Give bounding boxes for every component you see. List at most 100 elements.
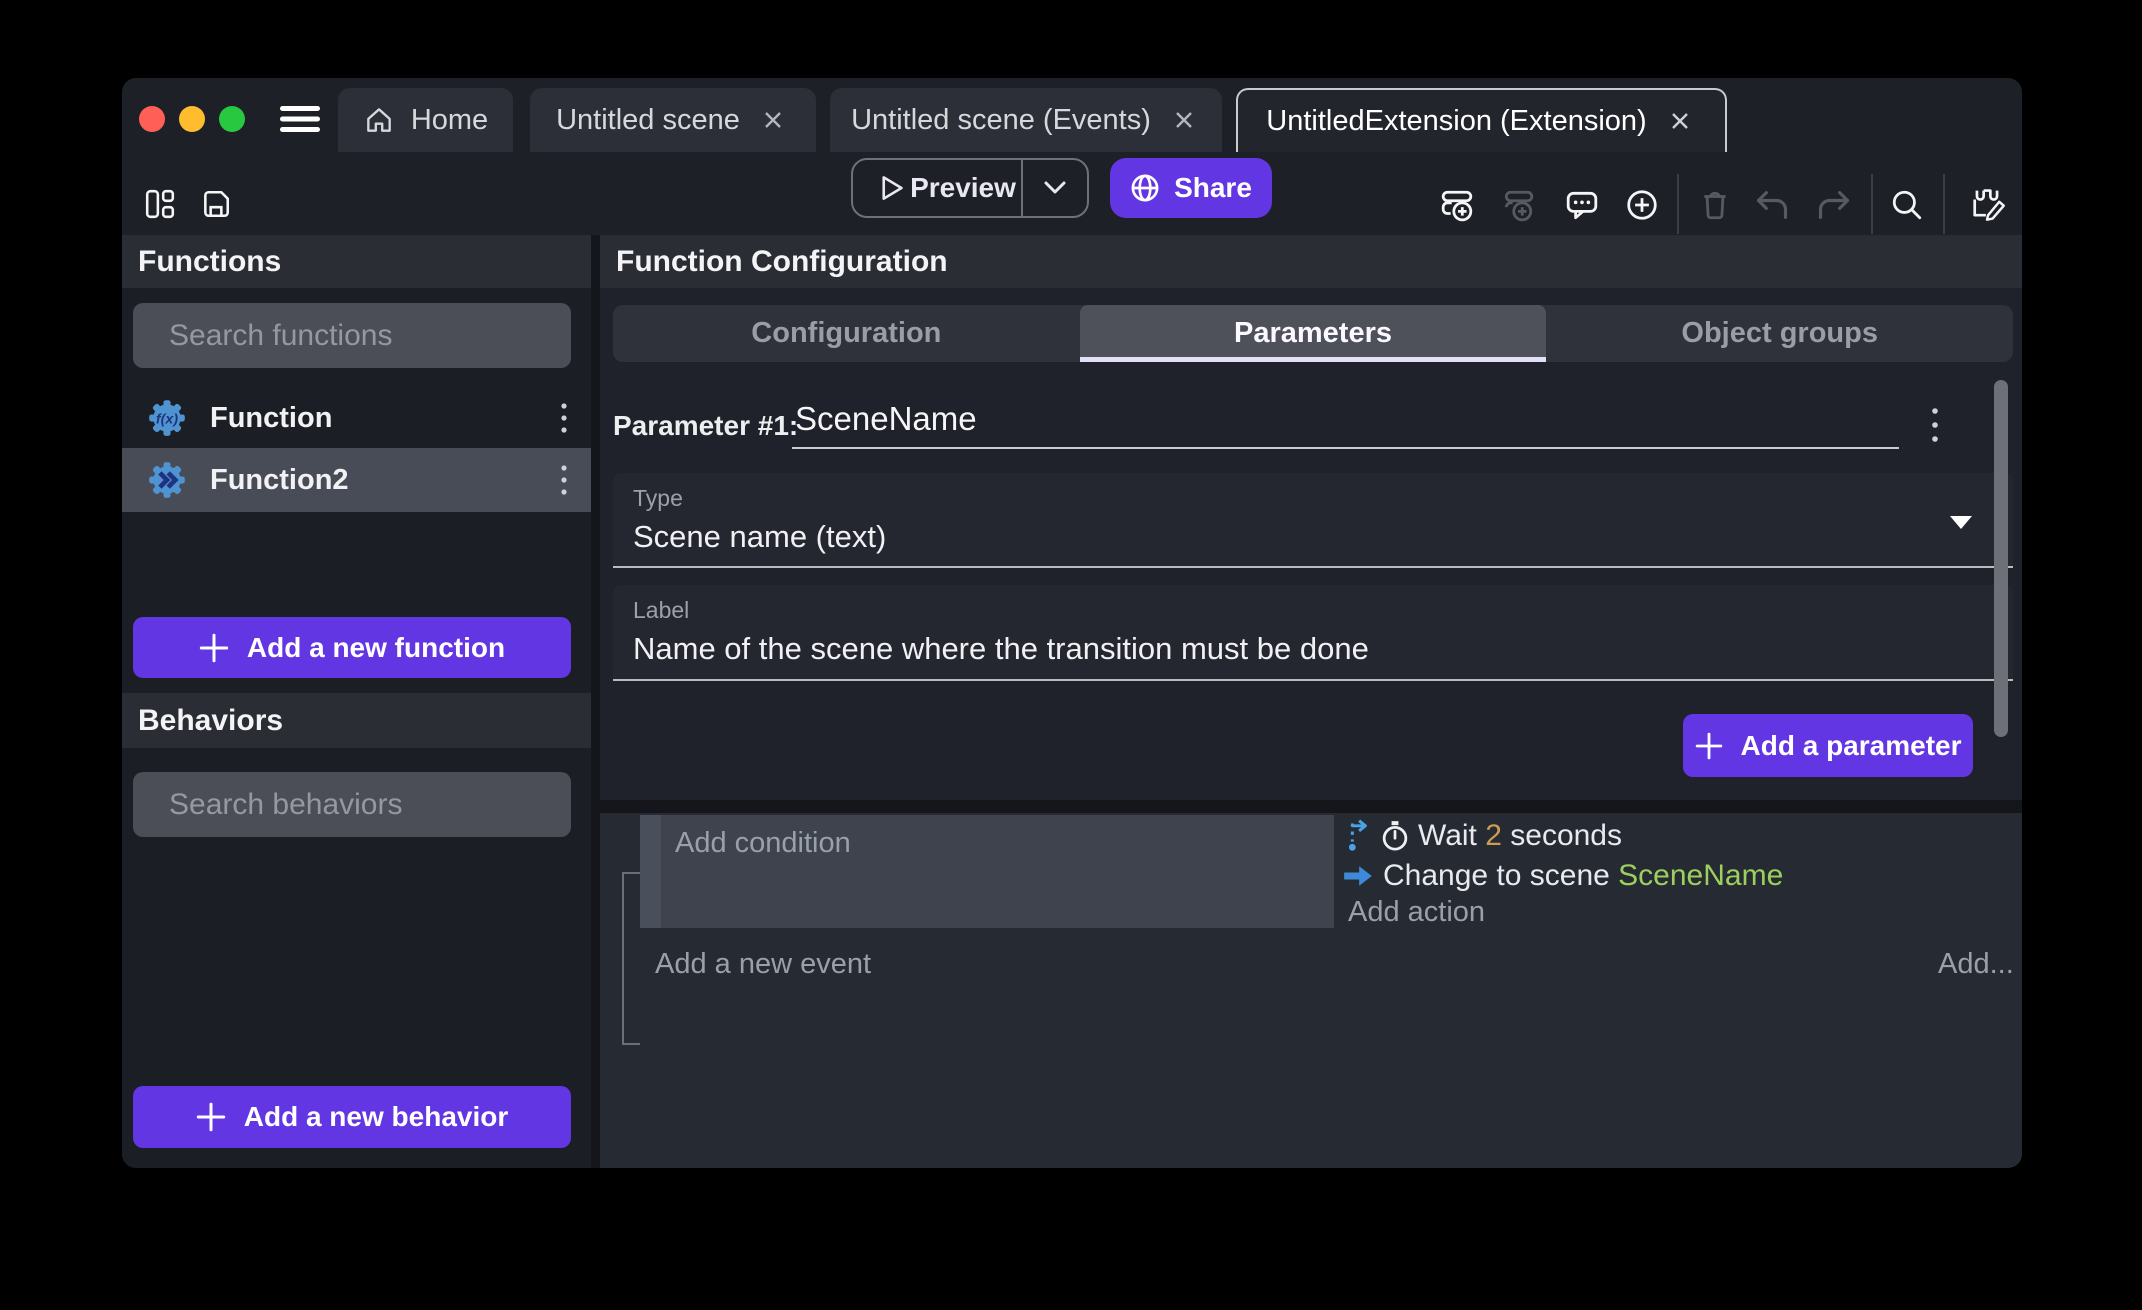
window-close-button[interactable] <box>139 106 165 132</box>
search-icon <box>1890 188 1924 222</box>
action-change-scene-text: Change to scene SceneName <box>1383 859 1783 893</box>
search-behaviors-input[interactable] <box>167 787 557 823</box>
parameter-menu-button[interactable] <box>1930 404 1940 446</box>
play-icon <box>879 175 905 201</box>
function-menu-button[interactable] <box>559 400 569 436</box>
redo-button[interactable] <box>1816 188 1852 222</box>
app-window: Home Untitled scene Untitled scene (Even… <box>122 78 2022 1168</box>
search-events-button[interactable] <box>1890 188 1924 222</box>
event-drag-handle[interactable] <box>640 815 661 928</box>
plus-circle-icon <box>1625 188 1659 222</box>
parameter-number-label: Parameter #1: <box>613 410 798 442</box>
main-menu-button[interactable] <box>278 104 322 134</box>
close-tab-icon[interactable] <box>756 103 790 137</box>
tab-configuration[interactable]: Configuration <box>613 305 1080 362</box>
search-functions-box[interactable] <box>133 303 571 368</box>
window-zoom-button[interactable] <box>219 106 245 132</box>
close-tab-icon[interactable] <box>1663 104 1697 138</box>
close-tab-icon[interactable] <box>1167 103 1201 137</box>
parameter-label-field[interactable]: Label Name of the scene where the transi… <box>613 585 2013 681</box>
hamburger-icon <box>278 104 322 134</box>
tab-untitled-scene[interactable]: Untitled scene <box>530 88 816 152</box>
type-field-label: Type <box>633 485 683 512</box>
action-row-wait[interactable]: Wait 2 seconds <box>1344 819 1622 853</box>
type-field-value: Scene name (text) <box>633 519 886 555</box>
tab-configuration-label: Configuration <box>751 317 941 350</box>
tab-untitled-scene-events[interactable]: Untitled scene (Events) <box>830 88 1222 152</box>
plus-icon <box>1695 732 1723 760</box>
function-list-item[interactable]: f(x) Function <box>122 388 591 448</box>
save-icon <box>200 188 232 220</box>
toolbar-divider <box>1871 174 1873 234</box>
home-icon <box>363 104 395 136</box>
open-panels-button[interactable] <box>144 188 176 220</box>
add-function-button[interactable]: Add a new function <box>133 617 571 678</box>
three-dots-vertical-icon <box>1930 404 1940 446</box>
add-event-button[interactable] <box>1440 188 1474 222</box>
preview-button[interactable]: Preview <box>851 158 1089 218</box>
function-list-item-selected[interactable]: Function2 <box>122 448 591 512</box>
function-menu-button[interactable] <box>559 462 569 498</box>
add-subevent-button[interactable] <box>1501 188 1535 222</box>
dropdown-caret-icon <box>1949 515 1973 530</box>
tab-parameters-label: Parameters <box>1234 317 1392 350</box>
tab-label: Untitled scene <box>556 104 740 137</box>
preview-options-button[interactable] <box>1023 180 1087 196</box>
event-conditions-area[interactable]: Add condition <box>661 815 1334 928</box>
parameters-scrollbar[interactable] <box>1994 380 2008 737</box>
toolbar-divider <box>1943 174 1945 234</box>
add-function-label: Add a new function <box>247 632 505 664</box>
add-parameter-label: Add a parameter <box>1741 730 1962 762</box>
functions-section-header: Functions <box>122 235 591 288</box>
event-indent-guide <box>622 872 640 874</box>
parameter-name-underline <box>792 447 1899 449</box>
layout-panels-icon <box>144 188 176 220</box>
save-button[interactable] <box>200 188 232 220</box>
undo-button[interactable] <box>1754 188 1790 222</box>
tab-label: Untitled scene (Events) <box>851 104 1151 137</box>
trash-icon <box>1698 188 1732 222</box>
undo-icon <box>1754 188 1790 222</box>
add-comment-button[interactable] <box>1565 188 1599 222</box>
add-more-link[interactable]: Add... <box>1938 948 2014 981</box>
parameter-name-input[interactable]: SceneName <box>795 400 977 438</box>
function-name: Function2 <box>210 464 349 497</box>
timer-icon <box>1380 820 1410 852</box>
async-icon <box>1344 819 1372 853</box>
add-new-event-link[interactable]: Add a new event <box>655 948 871 981</box>
action-wait-text: Wait 2 seconds <box>1418 819 1622 853</box>
globe-icon <box>1130 173 1160 203</box>
redo-icon <box>1816 188 1852 222</box>
search-behaviors-box[interactable] <box>133 772 571 837</box>
tab-untitled-extension[interactable]: UntitledExtension (Extension) <box>1236 88 1727 152</box>
function-name: Function <box>210 402 332 435</box>
function-configuration-title: Function Configuration <box>616 245 948 279</box>
delete-button[interactable] <box>1698 188 1732 222</box>
add-subevent-icon <box>1501 188 1535 222</box>
tab-label: UntitledExtension (Extension) <box>1266 105 1646 138</box>
parameter-type-select[interactable]: Type Scene name (text) <box>613 473 2013 568</box>
label-field-value: Name of the scene where the transition m… <box>633 631 1369 667</box>
add-parameter-button[interactable]: Add a parameter <box>1683 714 1973 777</box>
add-behavior-button[interactable]: Add a new behavior <box>133 1086 571 1148</box>
panel-divider <box>600 800 2022 813</box>
wait-seconds-value: 2 <box>1485 819 1502 852</box>
toolbar-divider <box>1677 174 1679 234</box>
tab-object-groups[interactable]: Object groups <box>1546 305 2013 362</box>
three-dots-vertical-icon <box>559 400 569 436</box>
add-condition-link[interactable]: Add condition <box>675 827 851 860</box>
tab-home[interactable]: Home <box>338 88 513 152</box>
configuration-tabs: Configuration Parameters Object groups <box>613 305 2013 362</box>
tab-parameters[interactable]: Parameters <box>1080 305 1547 362</box>
share-button[interactable]: Share <box>1110 158 1272 218</box>
function-configuration-header: Function Configuration <box>600 235 2022 288</box>
gear-chevron-icon <box>148 461 186 499</box>
window-minimize-button[interactable] <box>179 106 205 132</box>
choose-add-button[interactable] <box>1625 188 1659 222</box>
functions-header-label: Functions <box>138 245 281 279</box>
action-row-change-scene[interactable]: Change to scene SceneName <box>1343 859 1783 893</box>
edit-extension-button[interactable] <box>1968 186 2006 222</box>
search-functions-input[interactable] <box>167 318 557 354</box>
change-scene-arrow-icon <box>1343 862 1373 890</box>
add-action-link[interactable]: Add action <box>1348 896 1485 929</box>
